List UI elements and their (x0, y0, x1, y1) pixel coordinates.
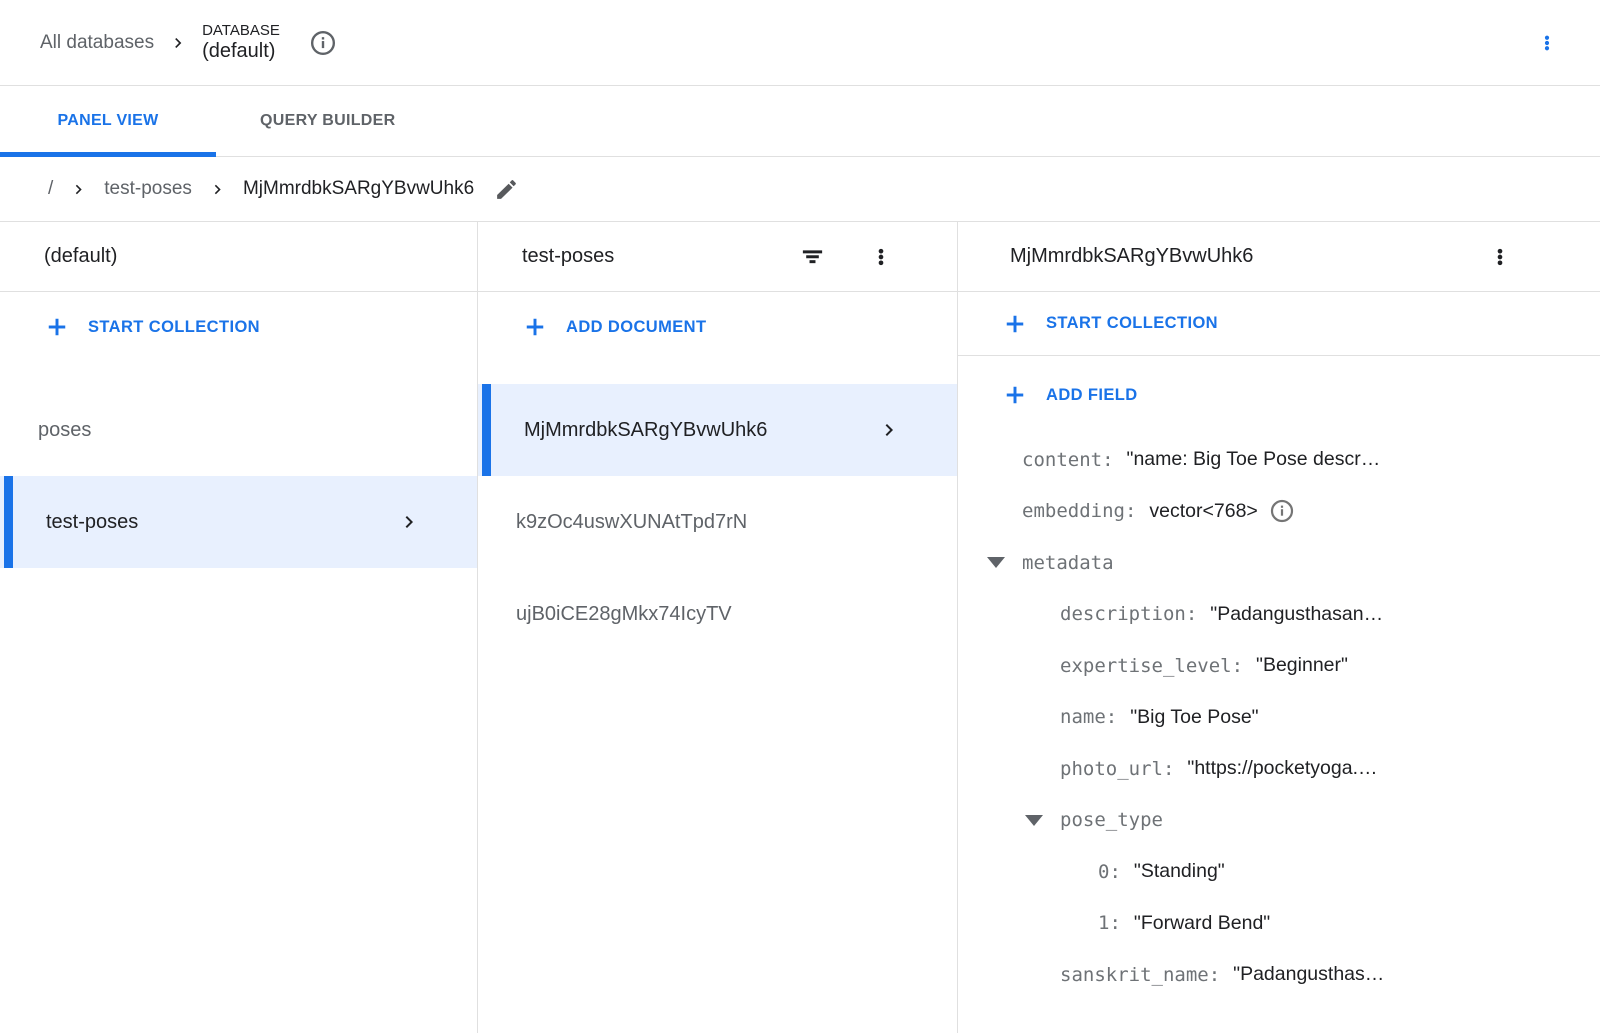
plus-icon (524, 316, 546, 338)
field-row[interactable]: expertise_level: "Beginner" (958, 640, 1600, 692)
field-key: 1: (1098, 912, 1121, 934)
collection-name: poses (38, 419, 421, 442)
tab-panel-view[interactable]: PANEL VIEW (0, 86, 216, 156)
field-value: vector<768> (1149, 500, 1257, 523)
document-list-item[interactable]: MjMmrdbkSARgYBvwUhk6 (478, 384, 957, 476)
field-value: "Padangusthas… (1233, 963, 1384, 986)
view-tabs: PANEL VIEW QUERY BUILDER (0, 86, 1600, 157)
field-key: metadata (1022, 552, 1114, 574)
field-value: "Forward Bend" (1134, 912, 1270, 935)
document-path-breadcrumb: / test-poses MjMmrdbkSARgYBvwUhk6 (0, 157, 1600, 222)
collection-panel: test-poses ADD DOCUMENT MjMmrdbkSARgYBvw… (478, 222, 958, 1033)
overflow-menu-icon[interactable] (1534, 26, 1560, 60)
add-field-button[interactable]: ADD FIELD (958, 356, 1600, 434)
info-icon[interactable] (310, 30, 336, 56)
collection-list-item[interactable]: test-poses (0, 476, 477, 568)
document-list-item[interactable]: k9zOc4uswXUNAtTpd7rN (478, 476, 957, 568)
plus-icon (1004, 313, 1026, 335)
field-key: 0: (1098, 861, 1121, 883)
chevron-right-icon (168, 33, 188, 53)
selected-indicator (4, 476, 13, 568)
chevron-right-icon (69, 180, 88, 199)
plus-icon (46, 316, 68, 338)
expand-triangle-icon[interactable] (986, 556, 1022, 569)
database-eyebrow: DATABASE (202, 22, 280, 39)
collection-name: test-poses (46, 511, 397, 534)
field-key: expertise_level: (1060, 655, 1243, 677)
field-row[interactable]: content: "name: Big Toe Pose descr… (958, 434, 1600, 486)
database-label: DATABASE (default) (202, 22, 280, 62)
field-value: "Beginner" (1256, 654, 1348, 677)
document-id: ujB0iCE28gMkx74IcyTV (516, 603, 901, 626)
field-row[interactable]: 0: "Standing" (958, 846, 1600, 898)
chevron-right-icon (208, 180, 227, 199)
field-row[interactable]: metadata (958, 537, 1600, 589)
selected-indicator (482, 384, 491, 476)
document-list-item[interactable]: ujB0iCE28gMkx74IcyTV (478, 568, 957, 660)
field-value: "Standing" (1134, 860, 1225, 883)
field-key: pose_type (1060, 809, 1163, 831)
tab-query-builder[interactable]: QUERY BUILDER (216, 86, 439, 156)
field-row[interactable]: 1: "Forward Bend" (958, 898, 1600, 950)
plus-icon (1004, 384, 1026, 406)
database-breadcrumb: All databases DATABASE (default) (40, 22, 336, 62)
field-row[interactable]: sanskrit_name: "Padangusthas… (958, 949, 1600, 1001)
chevron-right-icon (877, 418, 901, 442)
start-collection-button[interactable]: START COLLECTION (958, 292, 1600, 356)
field-row[interactable]: name: "Big Toe Pose" (958, 692, 1600, 744)
add-document-button[interactable]: ADD DOCUMENT (478, 292, 957, 362)
field-key: content: (1022, 449, 1114, 471)
database-panel-header: (default) (0, 222, 477, 292)
expand-triangle-icon[interactable] (1024, 814, 1060, 827)
edit-icon[interactable] (494, 177, 519, 202)
collection-list-item[interactable]: poses (0, 384, 477, 476)
chevron-right-icon (397, 510, 421, 534)
start-collection-label: START COLLECTION (88, 318, 260, 337)
field-key: description: (1060, 603, 1197, 625)
field-row[interactable]: photo_url: "https://pocketyoga.… (958, 743, 1600, 795)
info-icon[interactable] (1270, 499, 1294, 523)
breadcrumb-document: MjMmrdbkSARgYBvwUhk6 (243, 178, 474, 200)
document-panel-header: MjMmrdbkSARgYBvwUhk6 (958, 222, 1600, 292)
panels: (default) START COLLECTION poses test-po… (0, 222, 1600, 1033)
documents-list: MjMmrdbkSARgYBvwUhk6 k9zOc4uswXUNAtTpd7r… (478, 384, 957, 660)
field-row[interactable]: embedding: vector<768> (958, 486, 1600, 538)
document-id: k9zOc4uswXUNAtTpd7rN (516, 511, 901, 534)
document-id: MjMmrdbkSARgYBvwUhk6 (524, 419, 877, 442)
breadcrumb-collection[interactable]: test-poses (104, 178, 192, 200)
field-row[interactable]: description: "Padangusthasan… (958, 589, 1600, 641)
database-name: (default) (202, 40, 280, 63)
database-panel: (default) START COLLECTION poses test-po… (0, 222, 478, 1033)
document-menu-icon[interactable] (1488, 243, 1512, 271)
collection-menu-icon[interactable] (869, 243, 893, 271)
start-collection-label: START COLLECTION (1046, 314, 1218, 333)
field-value: "https://pocketyoga.… (1187, 757, 1377, 780)
collection-panel-header: test-poses (478, 222, 957, 292)
database-header: All databases DATABASE (default) (0, 0, 1600, 86)
breadcrumb-root[interactable]: / (48, 178, 53, 200)
database-panel-title: (default) (44, 245, 453, 268)
field-value: "Big Toe Pose" (1130, 706, 1258, 729)
tab-panel-view-label: PANEL VIEW (57, 112, 158, 130)
tab-query-builder-label: QUERY BUILDER (260, 112, 395, 130)
field-key: embedding: (1022, 500, 1136, 522)
field-key: photo_url: (1060, 758, 1174, 780)
field-key: name: (1060, 706, 1117, 728)
document-panel-title: MjMmrdbkSARgYBvwUhk6 (1010, 245, 1488, 268)
filter-icon[interactable] (800, 244, 825, 269)
field-key: sanskrit_name: (1060, 964, 1220, 986)
field-value: "Padangusthasan… (1210, 603, 1383, 626)
collections-list: poses test-poses (0, 384, 477, 568)
fields-tree: content: "name: Big Toe Pose descr… embe… (958, 434, 1600, 1001)
document-panel: MjMmrdbkSARgYBvwUhk6 START COLLECTION AD… (958, 222, 1600, 1033)
field-value: "name: Big Toe Pose descr… (1127, 448, 1381, 471)
add-field-label: ADD FIELD (1046, 386, 1138, 405)
collection-panel-title: test-poses (522, 245, 800, 268)
start-collection-button[interactable]: START COLLECTION (0, 292, 477, 362)
field-row[interactable]: pose_type (958, 795, 1600, 847)
add-document-label: ADD DOCUMENT (566, 318, 706, 337)
all-databases-link[interactable]: All databases (40, 32, 154, 54)
firestore-panel-view: All databases DATABASE (default) PANEL V… (0, 0, 1600, 1033)
